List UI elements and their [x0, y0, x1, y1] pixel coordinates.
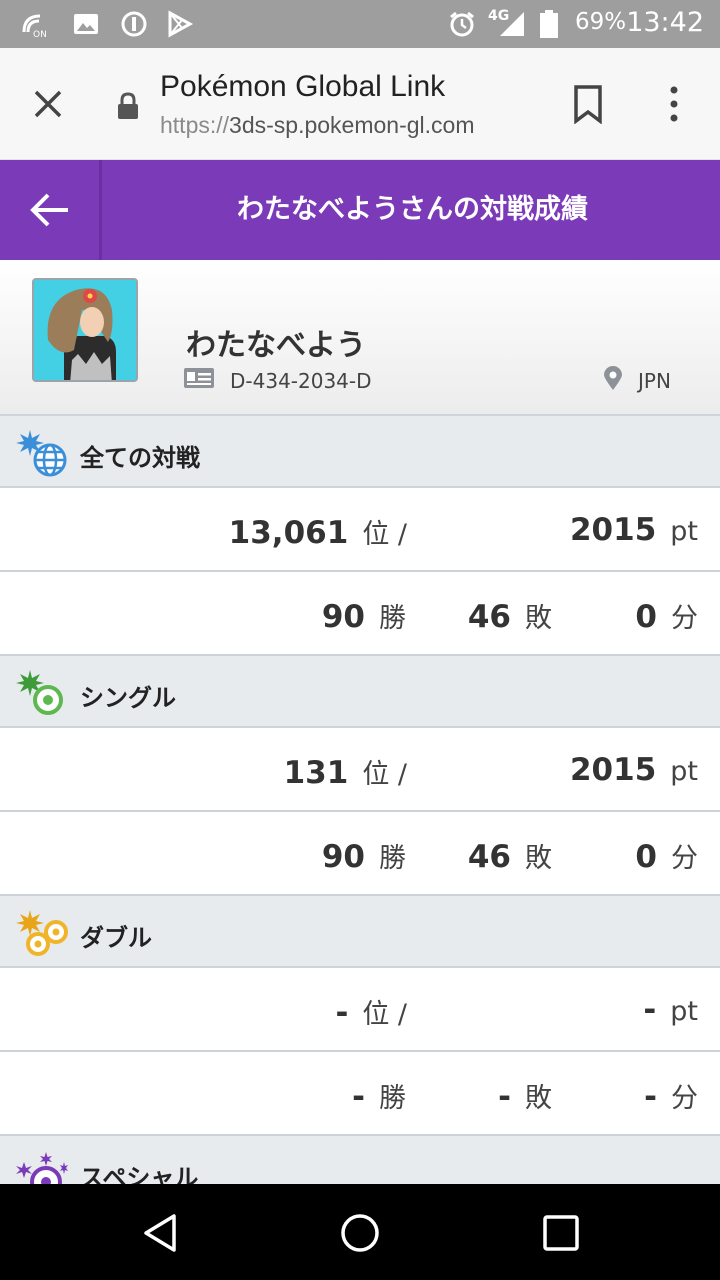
- wins-value: -: [352, 1079, 365, 1115]
- avatar: [32, 278, 138, 382]
- signal-icon: [500, 12, 524, 36]
- status-bar: ON 4G 69% 13:42: [0, 0, 720, 48]
- rank-unit: 位 /: [362, 519, 407, 550]
- losses-cell: 46 敗: [467, 596, 552, 635]
- wins-unit: 勝: [379, 843, 406, 874]
- points-value: 2015: [569, 752, 657, 788]
- nfc-on-icon: ON: [22, 14, 47, 38]
- losses-value: 46: [467, 599, 511, 635]
- points-cell: 2015 pt: [570, 512, 698, 548]
- record-row: 90 勝 46 敗 0 分: [0, 812, 720, 896]
- section-single: シングル: [0, 656, 720, 728]
- rank-row: 131 位 / 2015 pt: [0, 728, 720, 812]
- losses-unit: 敗: [525, 603, 552, 634]
- rank-unit: 位 /: [362, 999, 407, 1030]
- losses-cell: 46 敗: [467, 836, 552, 875]
- double-battle-icon: [16, 910, 68, 956]
- draws-value: 0: [635, 839, 657, 875]
- rank-value: -: [335, 995, 349, 1031]
- losses-unit: 敗: [525, 1083, 552, 1114]
- page-title: Pokémon Global Link: [160, 70, 446, 103]
- location-pin-icon: [604, 366, 622, 390]
- back-button[interactable]: [0, 160, 102, 260]
- single-battle-icon: [16, 670, 63, 715]
- trainer-name: わたなべよう: [186, 328, 366, 363]
- points-unit: pt: [670, 996, 698, 1027]
- alarm-icon: [450, 11, 474, 37]
- rank-value: 13,061: [228, 515, 349, 551]
- points-cell: 2015 pt: [570, 752, 698, 788]
- rank-value: 131: [283, 755, 349, 791]
- player-id: D-434-2034-D: [230, 369, 372, 393]
- wins-unit: 勝: [379, 1083, 406, 1114]
- losses-cell: - 敗: [498, 1076, 552, 1115]
- points-value: -: [643, 992, 657, 1028]
- id-card-icon: [184, 368, 214, 388]
- points-value: 2015: [569, 512, 657, 548]
- recents-square-icon[interactable]: [540, 1212, 582, 1254]
- draws-value: -: [644, 1079, 657, 1115]
- rank-cell: 131 位 /: [283, 752, 407, 791]
- rank-cell: - 位 /: [335, 992, 407, 1031]
- draws-cell: 0 分: [635, 836, 698, 875]
- section-double: ダブル: [0, 896, 720, 968]
- play-store-icon: [168, 10, 194, 38]
- losses-value: -: [498, 1079, 511, 1115]
- lock-icon: [118, 92, 138, 119]
- battery-percent: 69%: [575, 9, 627, 35]
- wins-cell: 90 勝: [321, 596, 406, 635]
- section-label: ダブル: [80, 924, 152, 952]
- svg-text:ON: ON: [33, 30, 47, 38]
- losses-unit: 敗: [525, 843, 552, 874]
- image-icon: [74, 14, 98, 34]
- browser-toolbar: Pokémon Global Link https://3ds-sp.pokem…: [0, 48, 720, 160]
- more-vert-icon[interactable]: [660, 84, 688, 124]
- globe-icon: [16, 430, 67, 477]
- draws-unit: 分: [671, 1083, 698, 1114]
- section-all-battles: 全ての対戦: [0, 416, 720, 488]
- blocked-icon: [121, 11, 147, 37]
- points-unit: pt: [670, 516, 698, 547]
- page-header: わたなべようさんの対戦成績: [0, 160, 720, 260]
- rank-cell: 13,061 位 /: [228, 512, 407, 551]
- battery-icon: [540, 10, 558, 38]
- section-label: シングル: [80, 684, 176, 712]
- arrow-left-icon: [30, 193, 68, 227]
- home-circle-icon[interactable]: [339, 1212, 381, 1254]
- url-scheme: https://: [160, 112, 230, 138]
- back-triangle-icon[interactable]: [140, 1212, 182, 1254]
- wins-value: 90: [321, 839, 365, 875]
- draws-unit: 分: [671, 603, 698, 634]
- draws-unit: 分: [671, 843, 698, 874]
- points-cell: - pt: [643, 992, 698, 1028]
- wins-cell: - 勝: [352, 1076, 406, 1115]
- url-host: 3ds-sp.pokemon-gl.com: [229, 112, 475, 138]
- section-label: 全ての対戦: [80, 444, 200, 472]
- system-nav-bar: [0, 1184, 720, 1280]
- profile-card: わたなべよう D-434-2034-D JPN: [0, 260, 720, 416]
- rank-row: - 位 / - pt: [0, 968, 720, 1052]
- rank-unit: 位 /: [362, 759, 407, 790]
- draws-cell: 0 分: [635, 596, 698, 635]
- record-row: - 勝 - 敗 - 分: [0, 1052, 720, 1136]
- wins-value: 90: [321, 599, 365, 635]
- rank-row: 13,061 位 / 2015 pt: [0, 488, 720, 572]
- clock: 13:42: [626, 7, 704, 38]
- draws-value: 0: [635, 599, 657, 635]
- header-title: わたなべようさんの対戦成績: [237, 194, 588, 225]
- bookmark-icon[interactable]: [572, 84, 604, 124]
- close-icon[interactable]: [28, 84, 68, 124]
- wins-cell: 90 勝: [321, 836, 406, 875]
- country-code: JPN: [638, 369, 671, 393]
- draws-cell: - 分: [644, 1076, 698, 1115]
- record-row: 90 勝 46 敗 0 分: [0, 572, 720, 656]
- points-unit: pt: [670, 756, 698, 787]
- wins-unit: 勝: [379, 603, 406, 634]
- losses-value: 46: [467, 839, 511, 875]
- url-field[interactable]: https://3ds-sp.pokemon-gl.com: [160, 112, 475, 139]
